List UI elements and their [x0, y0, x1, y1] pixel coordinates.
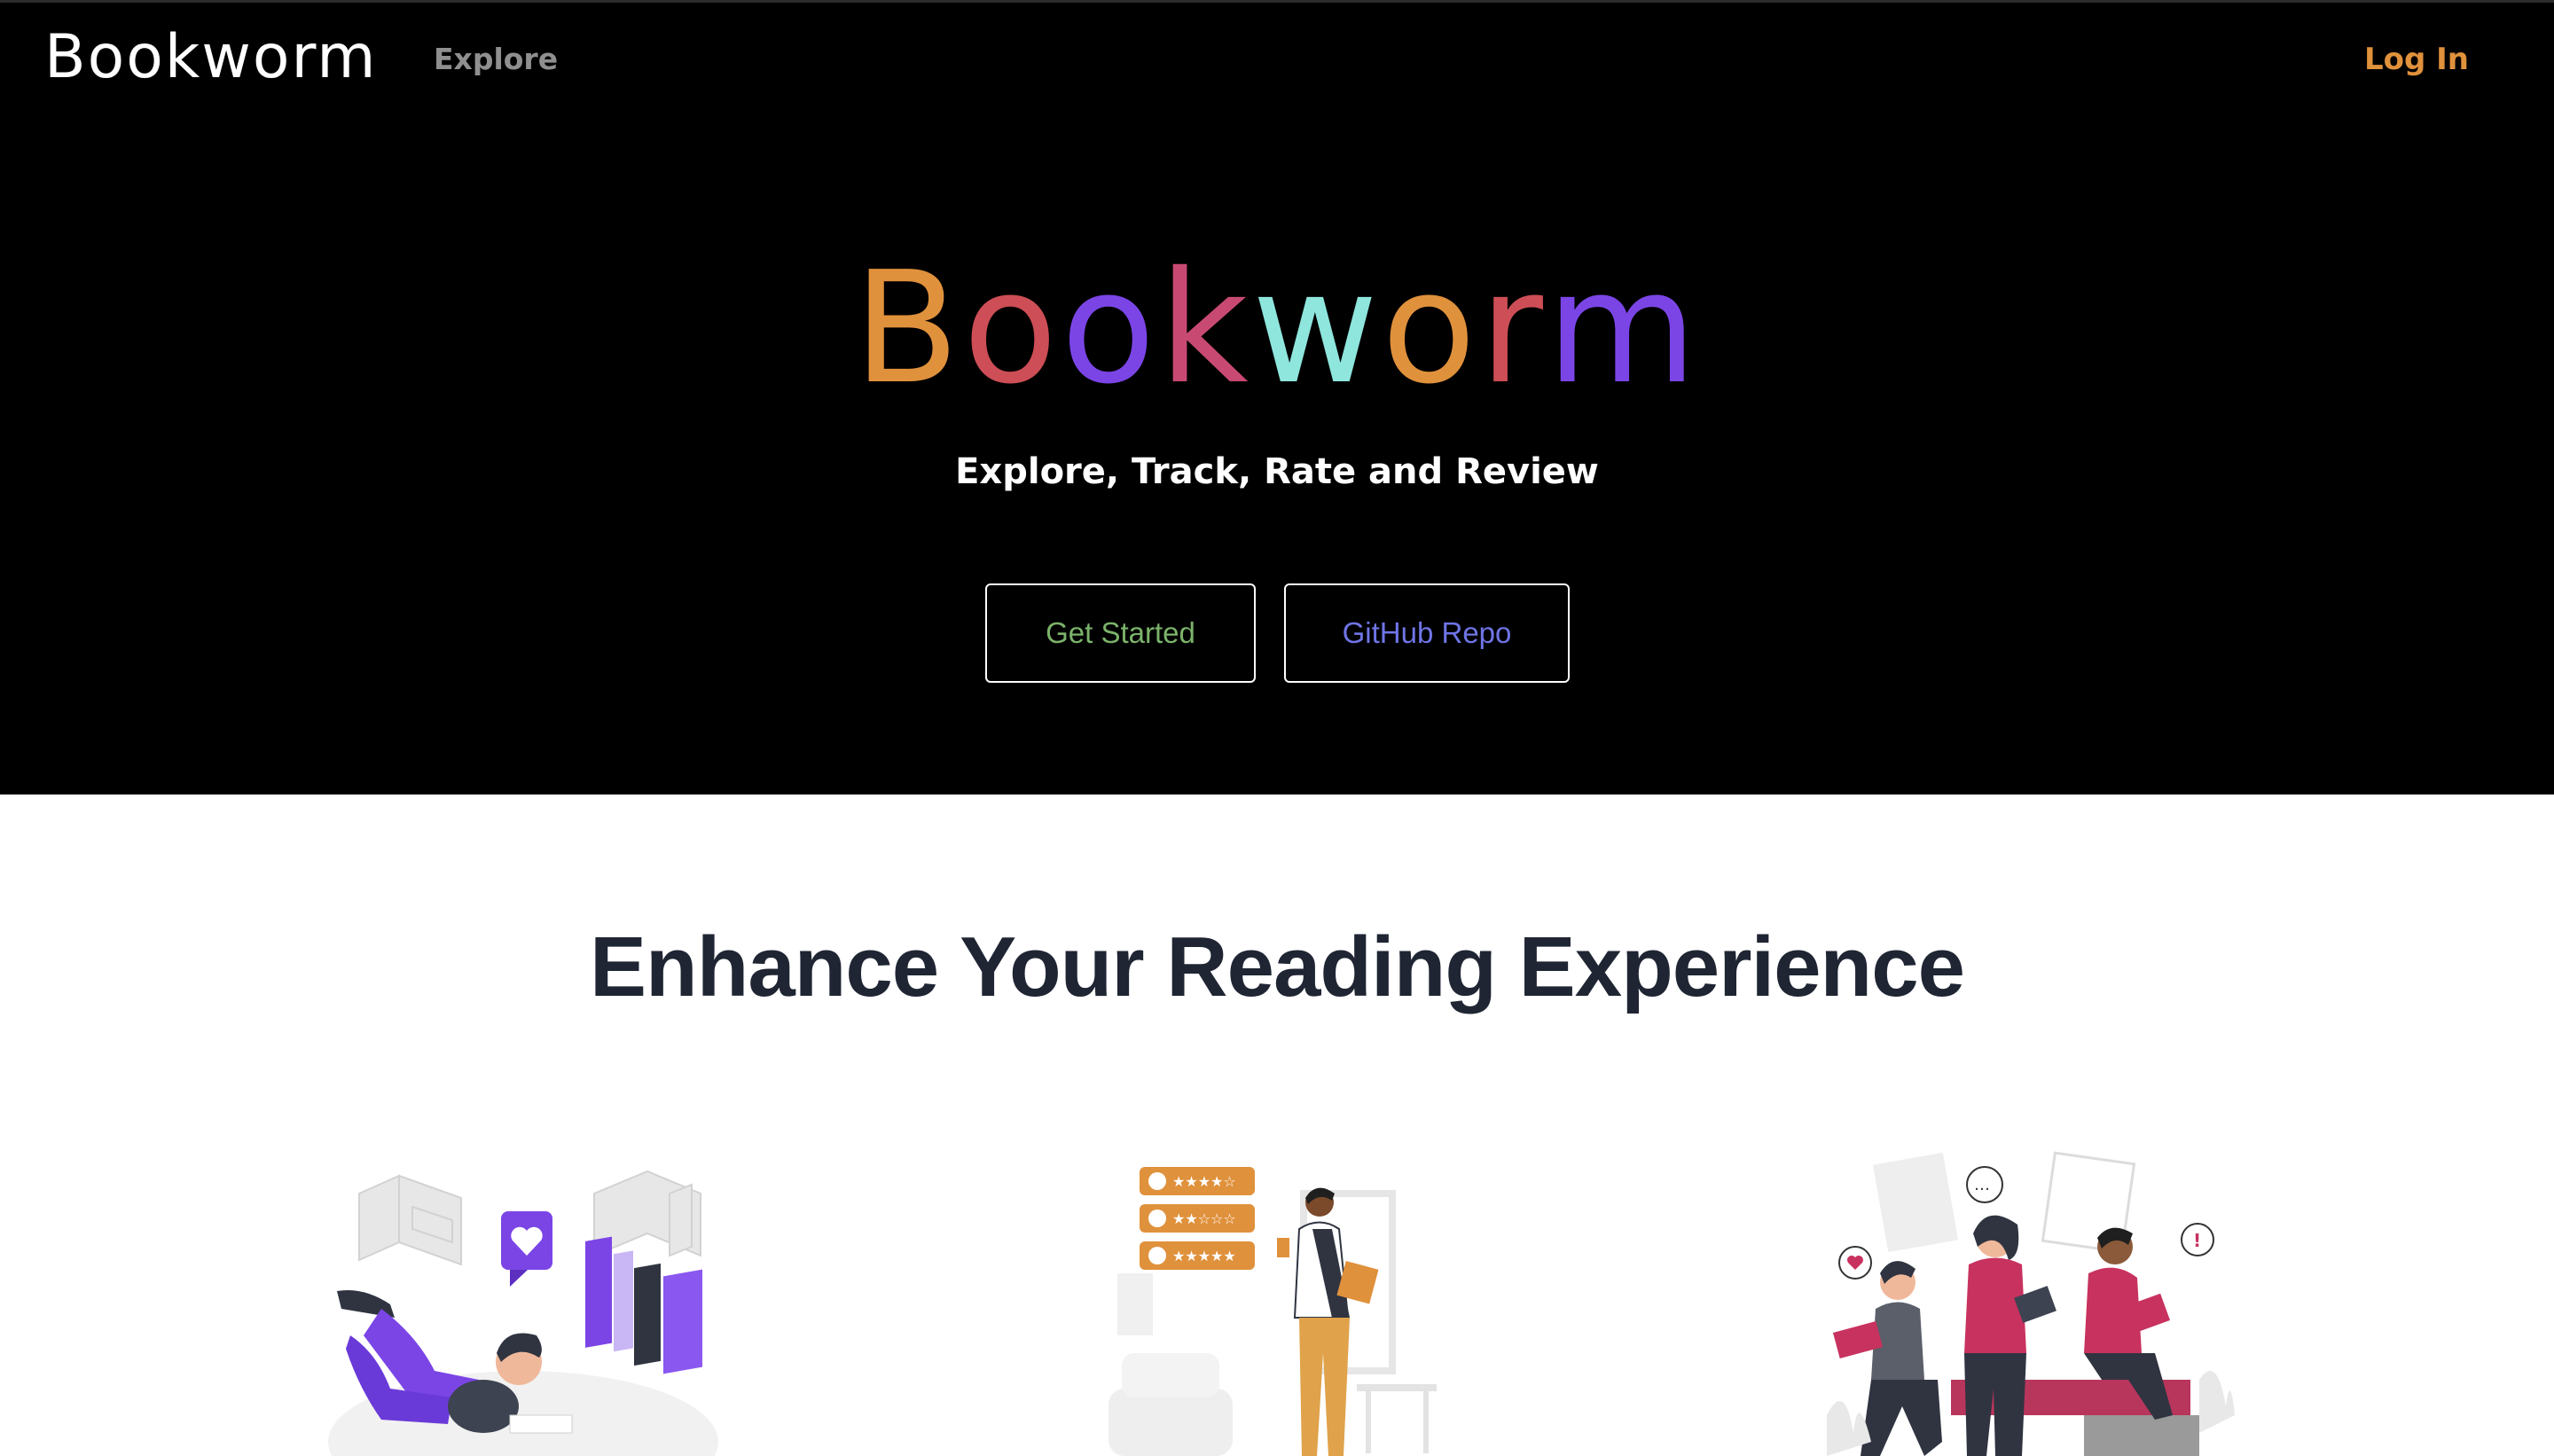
- github-repo-button[interactable]: GitHub Repo: [1284, 583, 1570, 683]
- reading-group-illustration: … !: [1827, 1151, 2235, 1456]
- svg-text:★★★★☆: ★★★★☆: [1172, 1173, 1236, 1190]
- svg-text:★★★★★: ★★★★★: [1172, 1248, 1236, 1264]
- nav-link-explore[interactable]: Explore: [434, 42, 558, 76]
- hero-title-letter: m: [1546, 239, 1701, 419]
- svg-text:!: !: [2193, 1230, 2201, 1251]
- get-started-button[interactable]: Get Started: [985, 583, 1256, 683]
- svg-text:…: …: [1974, 1176, 1990, 1194]
- hero-title-letter: o: [1061, 239, 1159, 419]
- login-link[interactable]: Log In: [2364, 42, 2469, 77]
- features-section: Enhance Your Reading Experience ★★★★☆ ★★…: [0, 795, 2554, 1456]
- hero-title-letter: o: [1381, 239, 1480, 419]
- hero-title-letter: o: [962, 239, 1062, 419]
- hero-title-letter: r: [1479, 239, 1547, 419]
- hero-title-letter: w: [1251, 239, 1382, 419]
- hero-section: Bookworm Explore Log In Bookworm Explore…: [0, 0, 2554, 795]
- reader-with-books-illustration: [328, 1170, 718, 1456]
- features-heading: Enhance Your Reading Experience: [590, 920, 1965, 1014]
- brand-logo[interactable]: Bookworm: [44, 22, 377, 92]
- hero-title: Bookworm: [0, 240, 2554, 418]
- hero-title-letter: k: [1158, 239, 1252, 419]
- ratings-review-illustration: ★★★★☆ ★★☆☆☆ ★★★★★: [1109, 1167, 1437, 1456]
- navbar: Bookworm Explore Log In: [0, 3, 2554, 118]
- svg-text:★★☆☆☆: ★★☆☆☆: [1172, 1210, 1236, 1227]
- hero-title-letter: B: [853, 239, 963, 419]
- hero-tagline: Explore, Track, Rate and Review: [955, 451, 1599, 492]
